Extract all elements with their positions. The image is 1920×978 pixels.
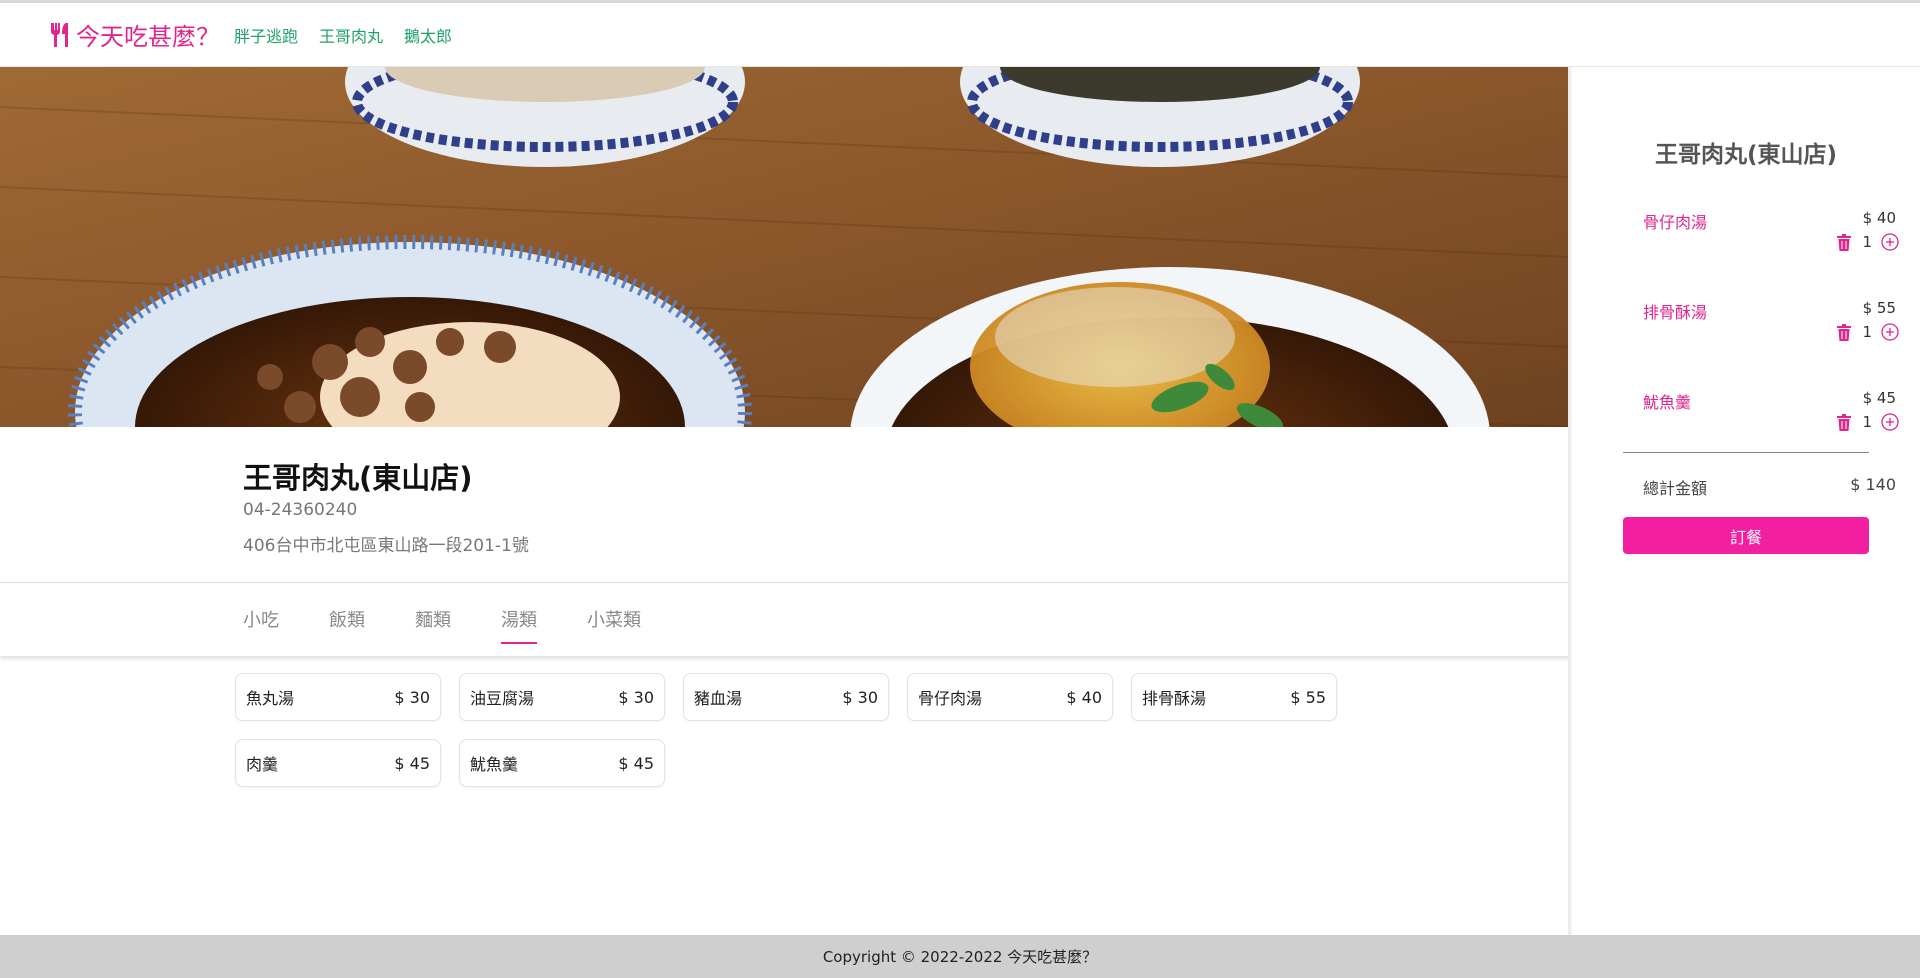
menu-item-name: 豬血湯 (694, 689, 743, 708)
cart-item: 魷魚羹 $ 45 1 (1572, 389, 1920, 449)
plus-circle-icon[interactable] (1881, 413, 1899, 431)
cart-item-controls: 1 (1837, 413, 1899, 431)
menu-item-price: $ 55 (1290, 687, 1326, 707)
nav-link-fatboy[interactable]: 胖子逃跑 (234, 23, 298, 47)
cart-item-price: $ 55 (1862, 299, 1896, 317)
brand-name: 今天吃甚麼？ (76, 23, 220, 51)
order-button[interactable]: 訂餐 (1623, 517, 1869, 554)
menu-item-pork-rib-soup[interactable]: 排骨酥湯 $ 55 (1131, 673, 1337, 721)
menu-item-squid-thick-soup[interactable]: 魷魚羹 $ 45 (459, 739, 665, 787)
menu-item-price: $ 40 (1066, 687, 1102, 707)
menu-item-pork-thick-soup[interactable]: 肉羹 $ 45 (235, 739, 441, 787)
cart-item-qty: 1 (1862, 323, 1872, 341)
tab-noodles[interactable]: 麵類 (415, 606, 451, 632)
cart-item: 骨仔肉湯 $ 40 1 (1572, 209, 1920, 269)
trash-icon[interactable] (1837, 413, 1852, 431)
menu-item-pig-blood-soup[interactable]: 豬血湯 $ 30 (683, 673, 889, 721)
cart-item: 排骨酥湯 $ 55 1 (1572, 299, 1920, 359)
menu-item-name: 骨仔肉湯 (918, 689, 983, 708)
category-tabs: 小吃 飯類 麵類 湯類 小菜類 (0, 584, 1570, 656)
tab-side-dishes[interactable]: 小菜類 (587, 606, 641, 632)
tab-snacks[interactable]: 小吃 (243, 606, 279, 632)
menu-item-tofu-soup[interactable]: 油豆腐湯 $ 30 (459, 673, 665, 721)
menu-item-name: 肉羹 (246, 755, 279, 774)
trash-icon[interactable] (1837, 323, 1852, 341)
cart-item-price: $ 45 (1862, 389, 1896, 407)
shop-phone: 04-24360240 (243, 500, 358, 520)
menu-item-bone-meat-soup[interactable]: 骨仔肉湯 $ 40 (907, 673, 1113, 721)
footer: Copyright © 2022-2022 今天吃甚麼？ (0, 935, 1920, 978)
cart-item-name: 排骨酥湯 (1643, 303, 1708, 322)
menu-item-name: 排骨酥湯 (1142, 689, 1207, 708)
brand-logo[interactable]: 今天吃甚麼？ (48, 17, 220, 52)
cart-item-controls: 1 (1837, 323, 1899, 341)
hero-image (0, 67, 1570, 427)
menu-item-price: $ 30 (842, 687, 878, 707)
cart-item-name: 骨仔肉湯 (1643, 213, 1708, 232)
plus-circle-icon[interactable] (1881, 233, 1899, 251)
cart-item-controls: 1 (1837, 233, 1899, 251)
menu-item-price: $ 30 (394, 687, 430, 707)
cart-item-name: 魷魚羹 (1643, 393, 1692, 412)
total-label: 總計金額 (1643, 479, 1708, 498)
cart-panel: 王哥肉丸(東山店) 骨仔肉湯 $ 40 1 排骨酥湯 $ 55 1 魷魚羹 $ … (1572, 67, 1920, 935)
menu-item-name: 油豆腐湯 (470, 689, 535, 708)
cart-item-price: $ 40 (1862, 209, 1896, 227)
nav-link-wangge[interactable]: 王哥肉丸 (319, 23, 383, 47)
menu-item-name: 魷魚羹 (470, 755, 519, 774)
menu-item-price: $ 45 (618, 753, 654, 773)
plus-circle-icon[interactable] (1881, 323, 1899, 341)
total-value: $ 140 (1850, 475, 1896, 494)
shop-info: 王哥肉丸(東山店) 04-24360240 406台中市北屯區東山路一段201-… (0, 427, 1570, 583)
cart-title: 王哥肉丸(東山店) (1654, 142, 1838, 168)
tab-rice[interactable]: 飯類 (329, 606, 365, 632)
trash-icon[interactable] (1837, 233, 1852, 251)
menu-item-price: $ 30 (618, 687, 654, 707)
cart-item-qty: 1 (1862, 233, 1872, 251)
cart-divider (1623, 452, 1869, 453)
menu-item-name: 魚丸湯 (246, 689, 295, 708)
utensils-icon (48, 21, 74, 49)
menu-item-price: $ 45 (394, 753, 430, 773)
cart-item-qty: 1 (1862, 413, 1872, 431)
tab-soups[interactable]: 湯類 (501, 606, 537, 644)
copyright-text: Copyright © 2022-2022 今天吃甚麼？ (822, 948, 1098, 966)
navbar: 今天吃甚麼？ 胖子逃跑 王哥肉丸 鵝太郎 (0, 3, 1920, 67)
shop-address: 406台中市北屯區東山路一段201-1號 (243, 536, 529, 556)
menu-item-fishball-soup[interactable]: 魚丸湯 $ 30 (235, 673, 441, 721)
nav-link-goose[interactable]: 鵝太郎 (404, 23, 452, 47)
shop-name: 王哥肉丸(東山店) (243, 461, 473, 495)
